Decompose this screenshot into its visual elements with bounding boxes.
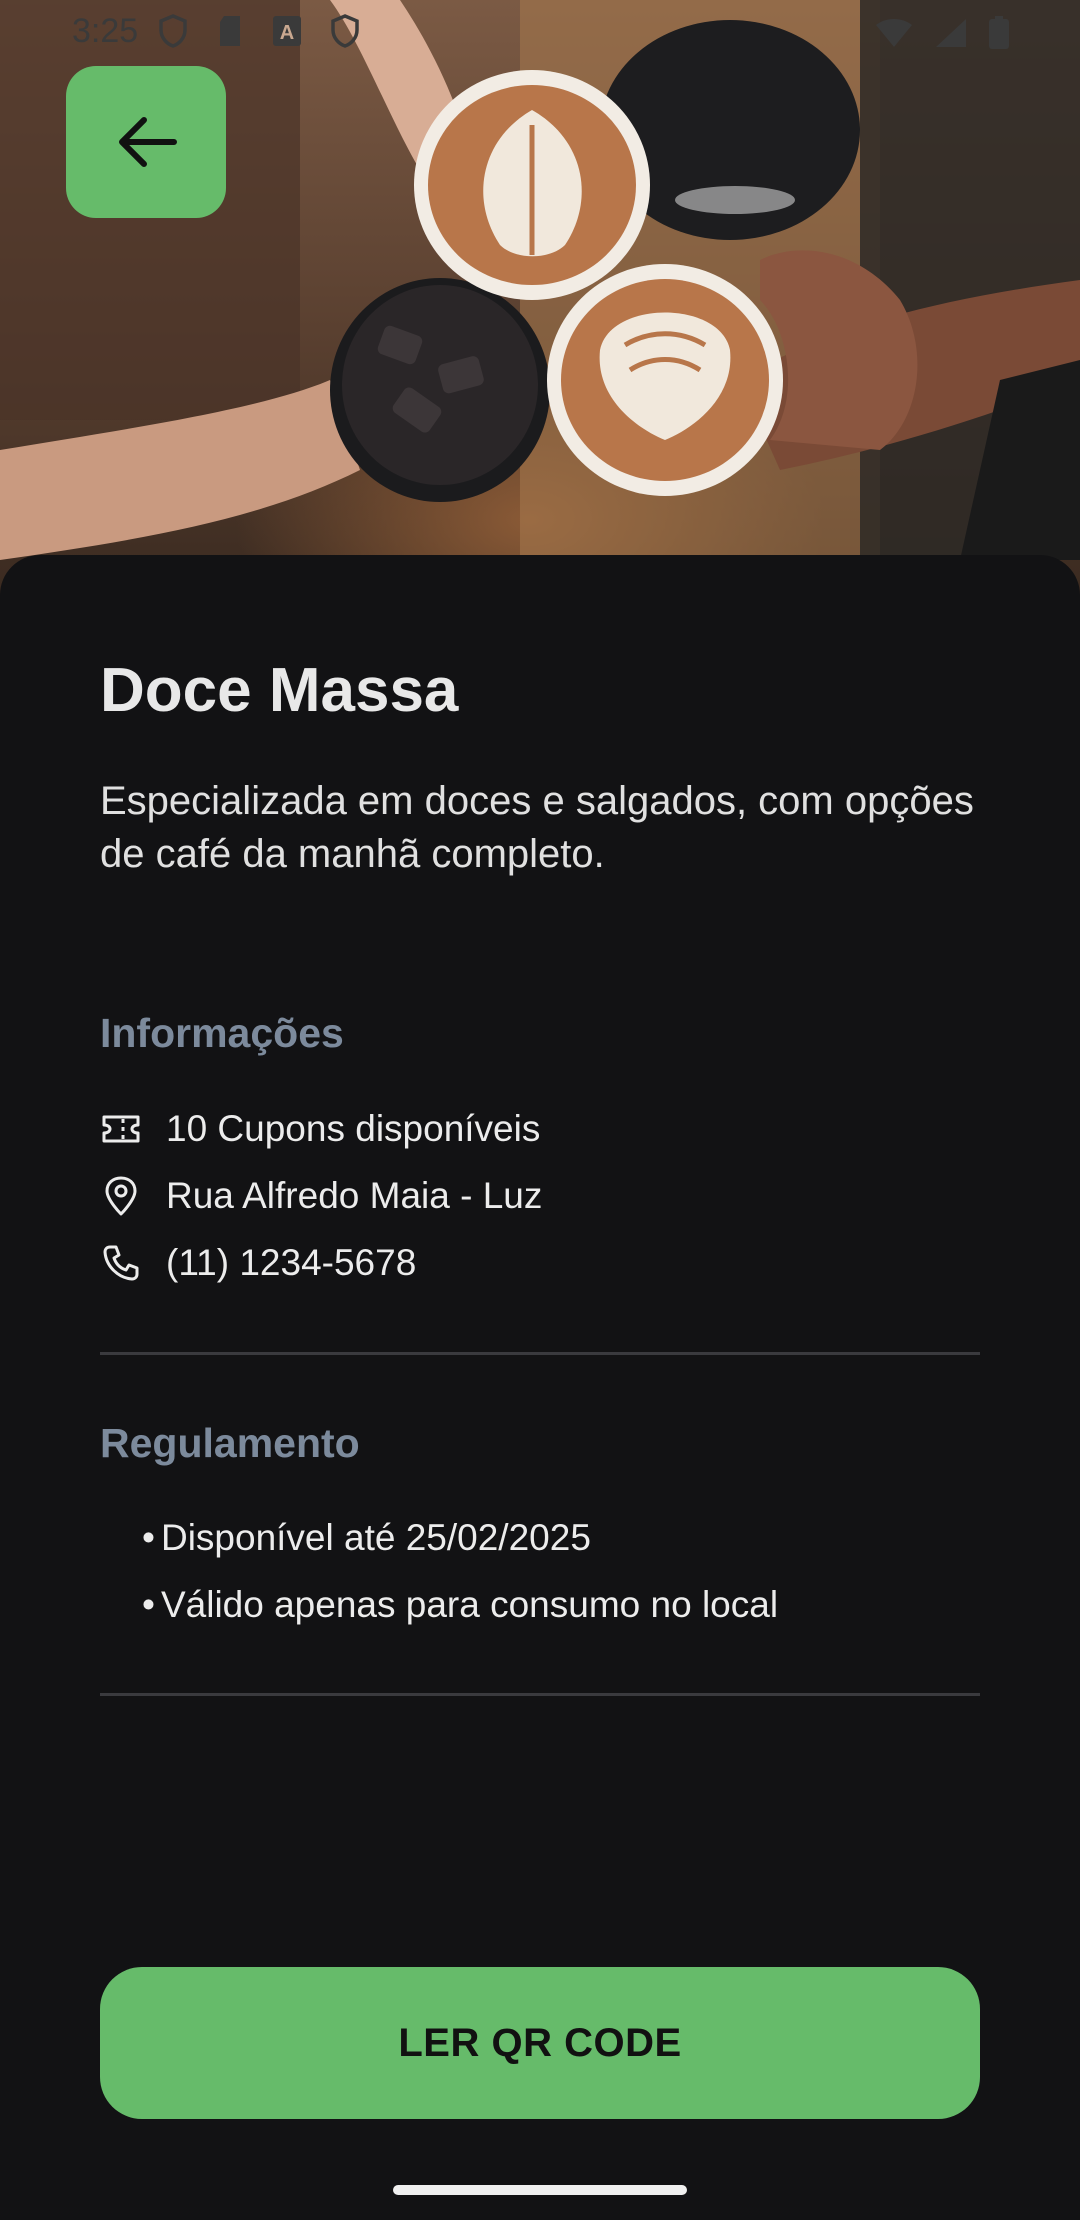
sd-card-icon (220, 16, 240, 46)
divider (100, 1693, 980, 1696)
details-sheet: Doce Massa Especializada em doces e salg… (0, 555, 1080, 2220)
rule-item-text: Disponível até 25/02/2025 (160, 1517, 591, 1558)
shield-icon (159, 14, 187, 48)
bullet: • (142, 1584, 155, 1625)
info-item-text: Rua Alfredo Maia - Luz (166, 1175, 543, 1216)
shield-icon (331, 14, 359, 48)
back-button[interactable] (66, 66, 226, 218)
font-a-icon: A (273, 16, 301, 46)
scan-qr-code-label: LER QR CODE (398, 2020, 682, 2065)
info-item-text: 10 Cupons disponíveis (166, 1108, 541, 1149)
wifi-icon (876, 19, 912, 47)
divider (100, 1352, 980, 1355)
rule-item-text: Válido apenas para consumo no local (160, 1584, 779, 1625)
status-icons-right (874, 16, 1010, 50)
svg-text:A: A (280, 22, 294, 44)
store-description: Especializada em doces e salgados, com o… (100, 779, 974, 876)
rules-section-title: Regulamento (100, 1420, 360, 1466)
rule-item: • Válido apenas para consumo no local (142, 1584, 778, 1626)
status-time: 3:25 (72, 12, 139, 50)
info-item-text: (11) 1234-5678 (166, 1242, 417, 1283)
info-section-title: Informações (100, 1010, 344, 1056)
status-bar: 3:25 A (0, 0, 1080, 64)
cell-signal-icon (936, 19, 966, 47)
status-icons-left: A (158, 14, 360, 48)
info-item-coupons: 10 Cupons disponíveis (100, 1101, 540, 1157)
phone-icon (100, 1242, 142, 1284)
home-indicator[interactable] (393, 2185, 687, 2195)
info-item-phone: (11) 1234-5678 (100, 1235, 416, 1291)
info-item-address: Rua Alfredo Maia - Luz (100, 1168, 542, 1224)
battery-icon (989, 16, 1009, 49)
bullet: • (142, 1517, 155, 1558)
arrow-left-icon (119, 117, 177, 167)
store-name: Doce Massa (100, 656, 459, 725)
location-pin-icon (100, 1175, 142, 1217)
ticket-icon (100, 1108, 142, 1150)
rule-item: • Disponível até 25/02/2025 (142, 1517, 591, 1559)
scan-qr-code-button[interactable]: LER QR CODE (100, 1967, 980, 2119)
